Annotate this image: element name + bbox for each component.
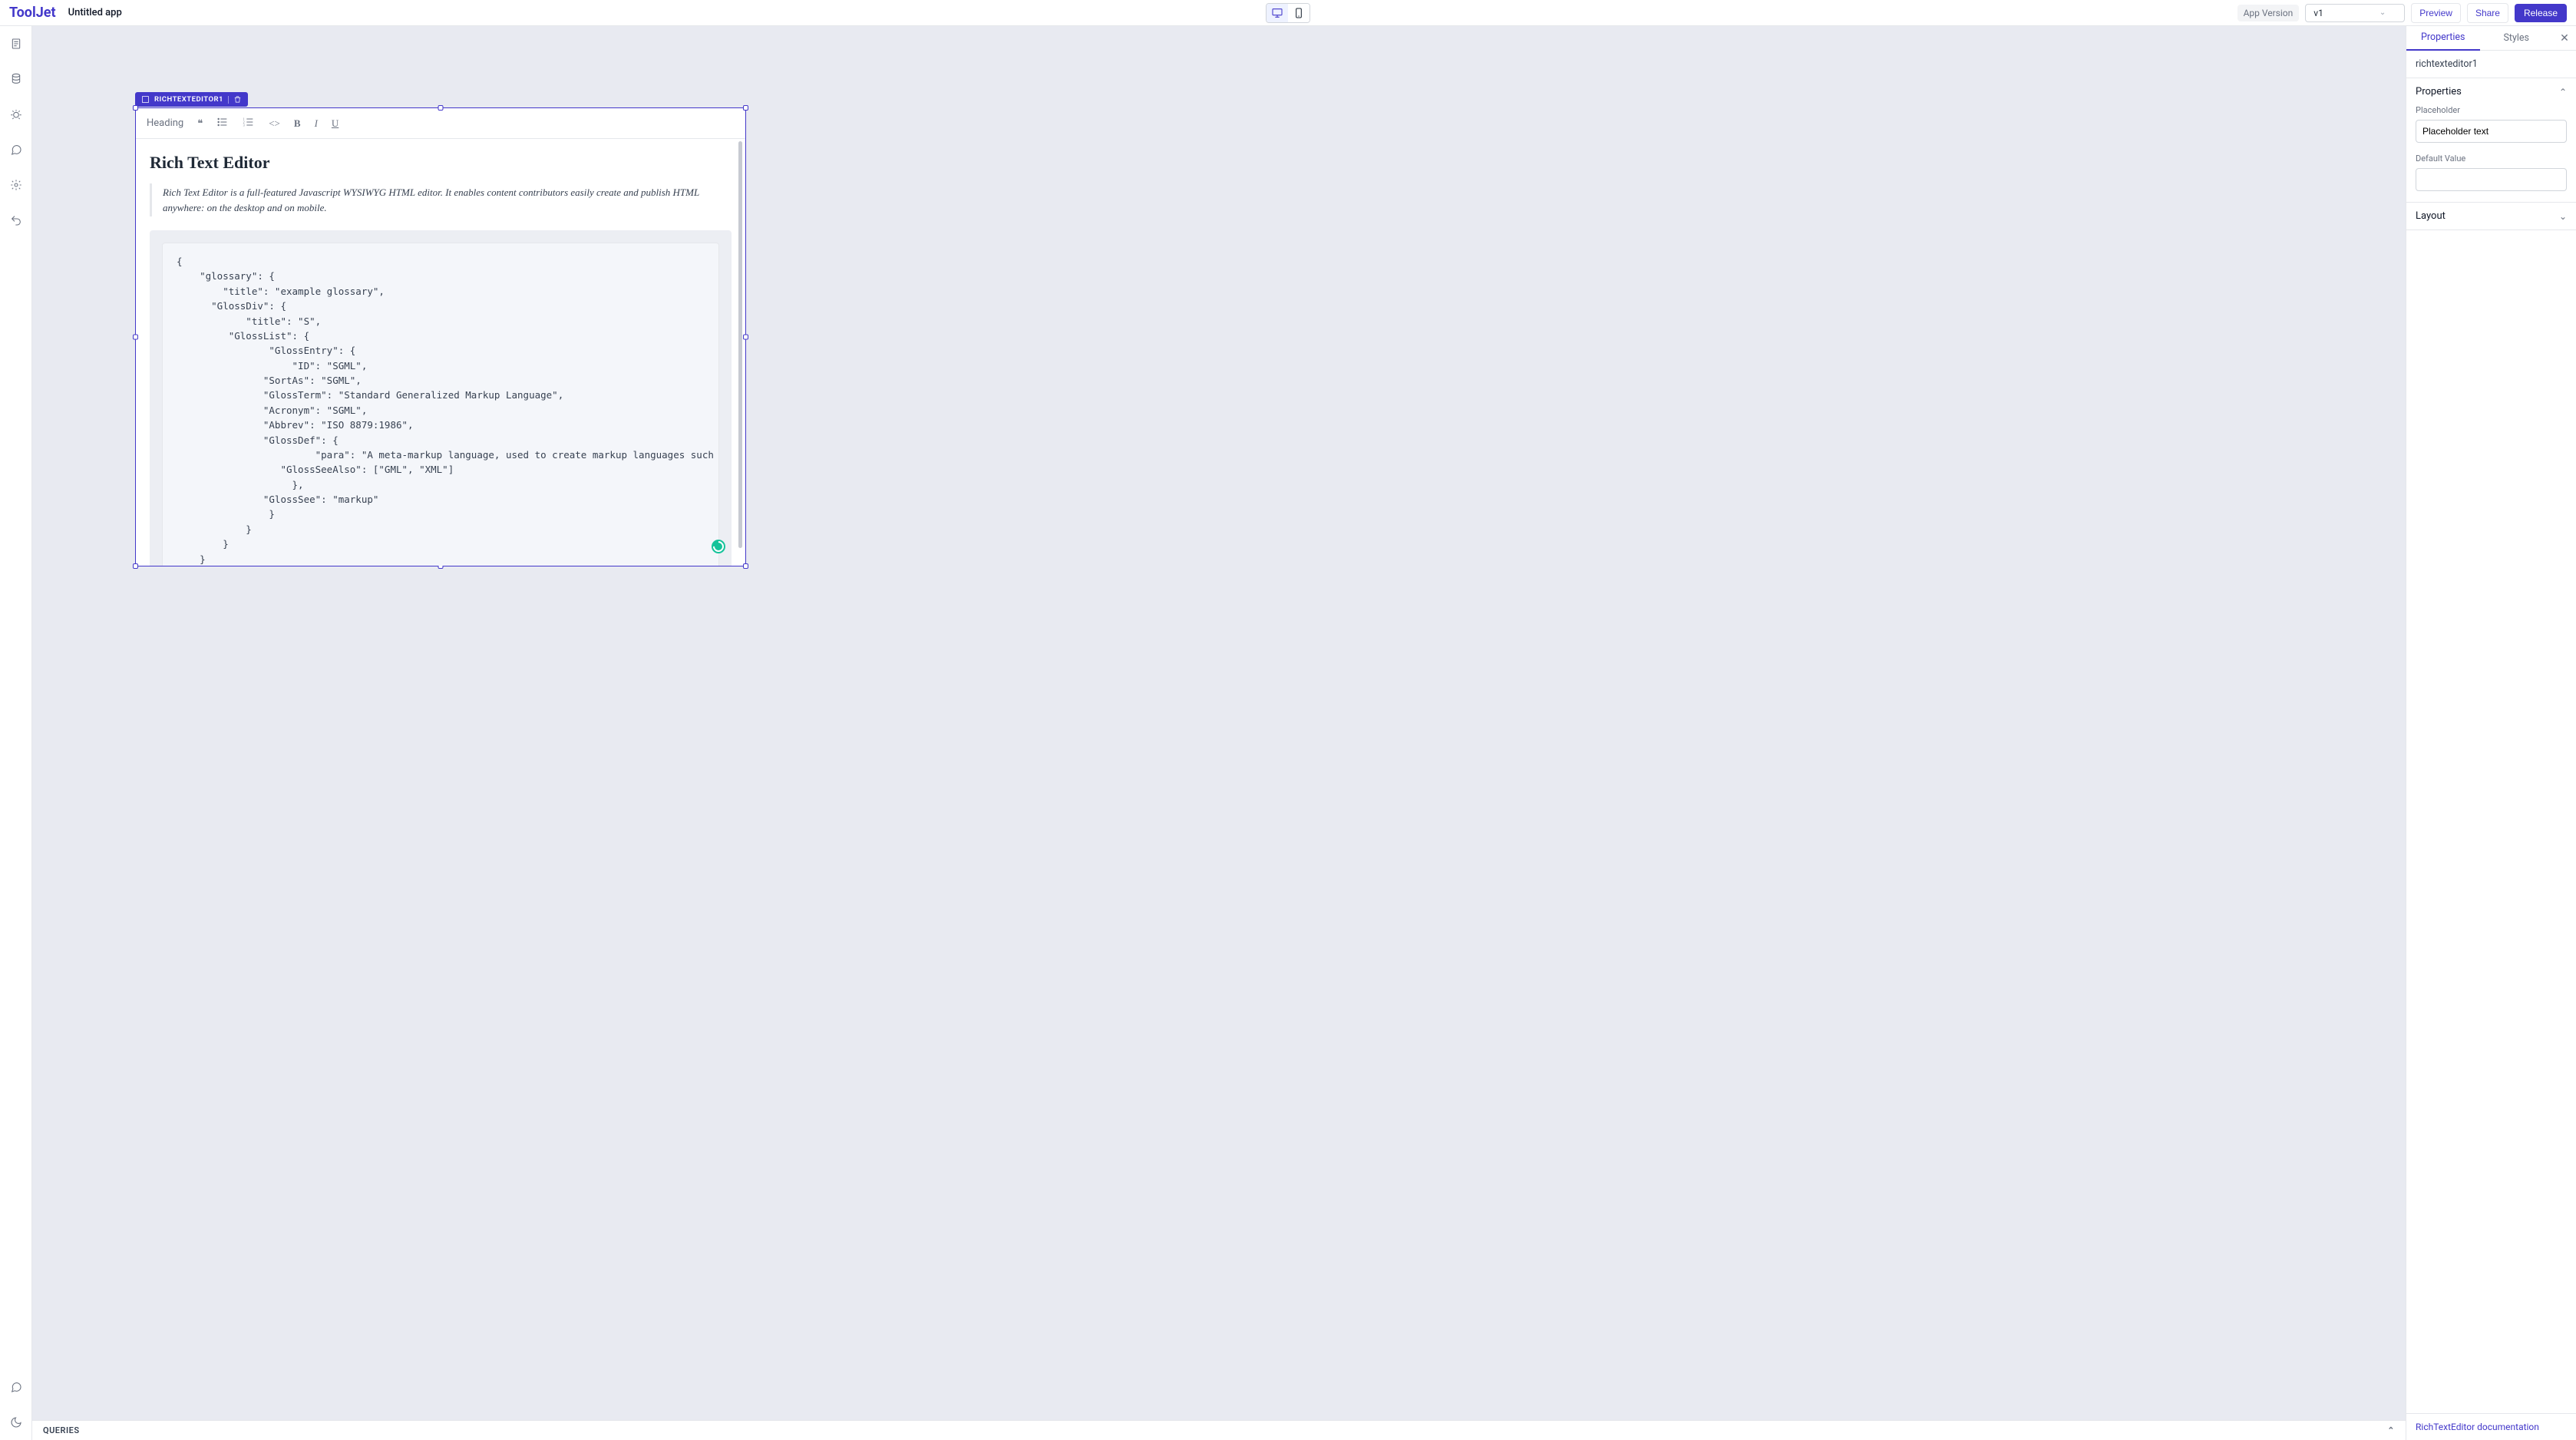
ordered-list-icon[interactable]: 123 — [243, 116, 255, 131]
resize-handle[interactable] — [133, 105, 138, 111]
heading-dropdown[interactable]: Heading — [147, 117, 183, 129]
code-icon[interactable]: <> — [269, 117, 280, 130]
component-icon — [141, 95, 150, 104]
code-block-outer: { "glossary": { "title": "example glossa… — [150, 230, 732, 566]
desktop-icon — [1271, 7, 1283, 19]
queries-label: QUERIES — [43, 1425, 80, 1435]
layout-section: Layout ⌄ — [2406, 203, 2576, 230]
code-block: { "glossary": { "title": "example glossa… — [162, 243, 719, 566]
balloon-icon[interactable] — [9, 1380, 23, 1394]
desktop-view-button[interactable] — [1267, 4, 1288, 22]
rte-blockquote: Rich Text Editor is a full-featured Java… — [150, 183, 732, 216]
chevron-down-icon: ⌄ — [2379, 8, 2386, 17]
scrollbar[interactable] — [738, 141, 742, 548]
tab-styles[interactable]: Styles — [2480, 26, 2554, 50]
italic-icon[interactable]: I — [315, 117, 318, 130]
version-select[interactable]: v1 ⌄ — [2305, 4, 2405, 22]
default-value-label: Default Value — [2416, 154, 2567, 163]
section-title: Layout — [2416, 210, 2446, 222]
app-title[interactable]: Untitled app — [68, 7, 122, 18]
bug-icon[interactable] — [9, 107, 23, 121]
inspector-tabs: Properties Styles ✕ — [2406, 26, 2576, 51]
page-icon[interactable] — [9, 37, 23, 51]
layout-section-header[interactable]: Layout ⌄ — [2406, 203, 2576, 230]
blockquote-icon[interactable]: ❝ — [197, 117, 203, 130]
device-switcher — [1266, 3, 1310, 23]
chevron-up-icon[interactable]: ⌃ — [2387, 1425, 2395, 1435]
preview-button[interactable]: Preview — [2411, 3, 2461, 23]
component-tag-label: RICHTEXTEDITOR1 — [154, 95, 223, 104]
database-icon[interactable] — [9, 72, 23, 86]
chevron-up-icon: ⌃ — [2559, 87, 2567, 97]
canvas[interactable]: RICHTEXTEDITOR1 Heading ❝ 123 — [32, 26, 2406, 1440]
underline-icon[interactable]: U — [332, 117, 339, 130]
chat-icon[interactable] — [9, 143, 23, 157]
resize-handle[interactable] — [743, 105, 748, 111]
close-icon[interactable]: ✕ — [2553, 32, 2576, 45]
tab-properties[interactable]: Properties — [2406, 26, 2480, 51]
rte-title: Rich Text Editor — [150, 153, 732, 173]
section-title: Properties — [2416, 86, 2462, 97]
leftbar — [0, 26, 32, 1440]
share-button[interactable]: Share — [2467, 3, 2508, 23]
properties-section: Properties ⌃ Placeholder Default Value — [2406, 78, 2576, 203]
mobile-view-button[interactable] — [1288, 4, 1309, 22]
mobile-icon — [1293, 7, 1305, 19]
trash-icon[interactable] — [233, 95, 242, 104]
grammarly-icon[interactable] — [712, 540, 725, 553]
svg-text:3: 3 — [243, 123, 245, 127]
bold-icon[interactable]: B — [294, 117, 301, 130]
logo: ToolJet — [9, 5, 56, 21]
release-button[interactable]: Release — [2515, 4, 2567, 22]
moon-icon[interactable] — [9, 1415, 23, 1429]
bullet-list-icon[interactable] — [216, 116, 229, 131]
placeholder-label: Placeholder — [2416, 105, 2567, 115]
component-selection-tag: RICHTEXTEDITOR1 — [135, 92, 248, 107]
gear-icon[interactable] — [9, 178, 23, 192]
inspector-sidebar: Properties Styles ✕ richtexteditor1 Prop… — [2406, 26, 2576, 1440]
rte-content-area[interactable]: Rich Text Editor Rich Text Editor is a f… — [136, 139, 745, 566]
chevron-down-icon: ⌄ — [2559, 211, 2567, 222]
app-version-label: App Version — [2237, 5, 2300, 21]
undo-icon[interactable] — [9, 213, 23, 227]
default-value-input[interactable] — [2416, 168, 2567, 191]
version-value: v1 — [2313, 8, 2323, 18]
properties-section-header[interactable]: Properties ⌃ — [2406, 78, 2576, 105]
rich-text-editor-component[interactable]: Heading ❝ 123 <> B I U Rich Text Editor … — [135, 107, 746, 566]
rte-toolbar: Heading ❝ 123 <> B I U — [136, 108, 745, 139]
resize-handle[interactable] — [438, 105, 444, 111]
topbar: ToolJet Untitled app App Version v1 ⌄ Pr… — [0, 0, 2576, 26]
workspace: RICHTEXTEDITOR1 Heading ❝ 123 — [0, 26, 2576, 1440]
documentation-link[interactable]: RichTextEditor documentation — [2406, 1413, 2576, 1440]
top-right-controls: App Version v1 ⌄ Preview Share Release — [2237, 3, 2567, 23]
queries-panel-header[interactable]: QUERIES ⌃ — [32, 1420, 2406, 1440]
component-name-input[interactable]: richtexteditor1 — [2406, 51, 2576, 78]
placeholder-input[interactable] — [2416, 120, 2567, 143]
